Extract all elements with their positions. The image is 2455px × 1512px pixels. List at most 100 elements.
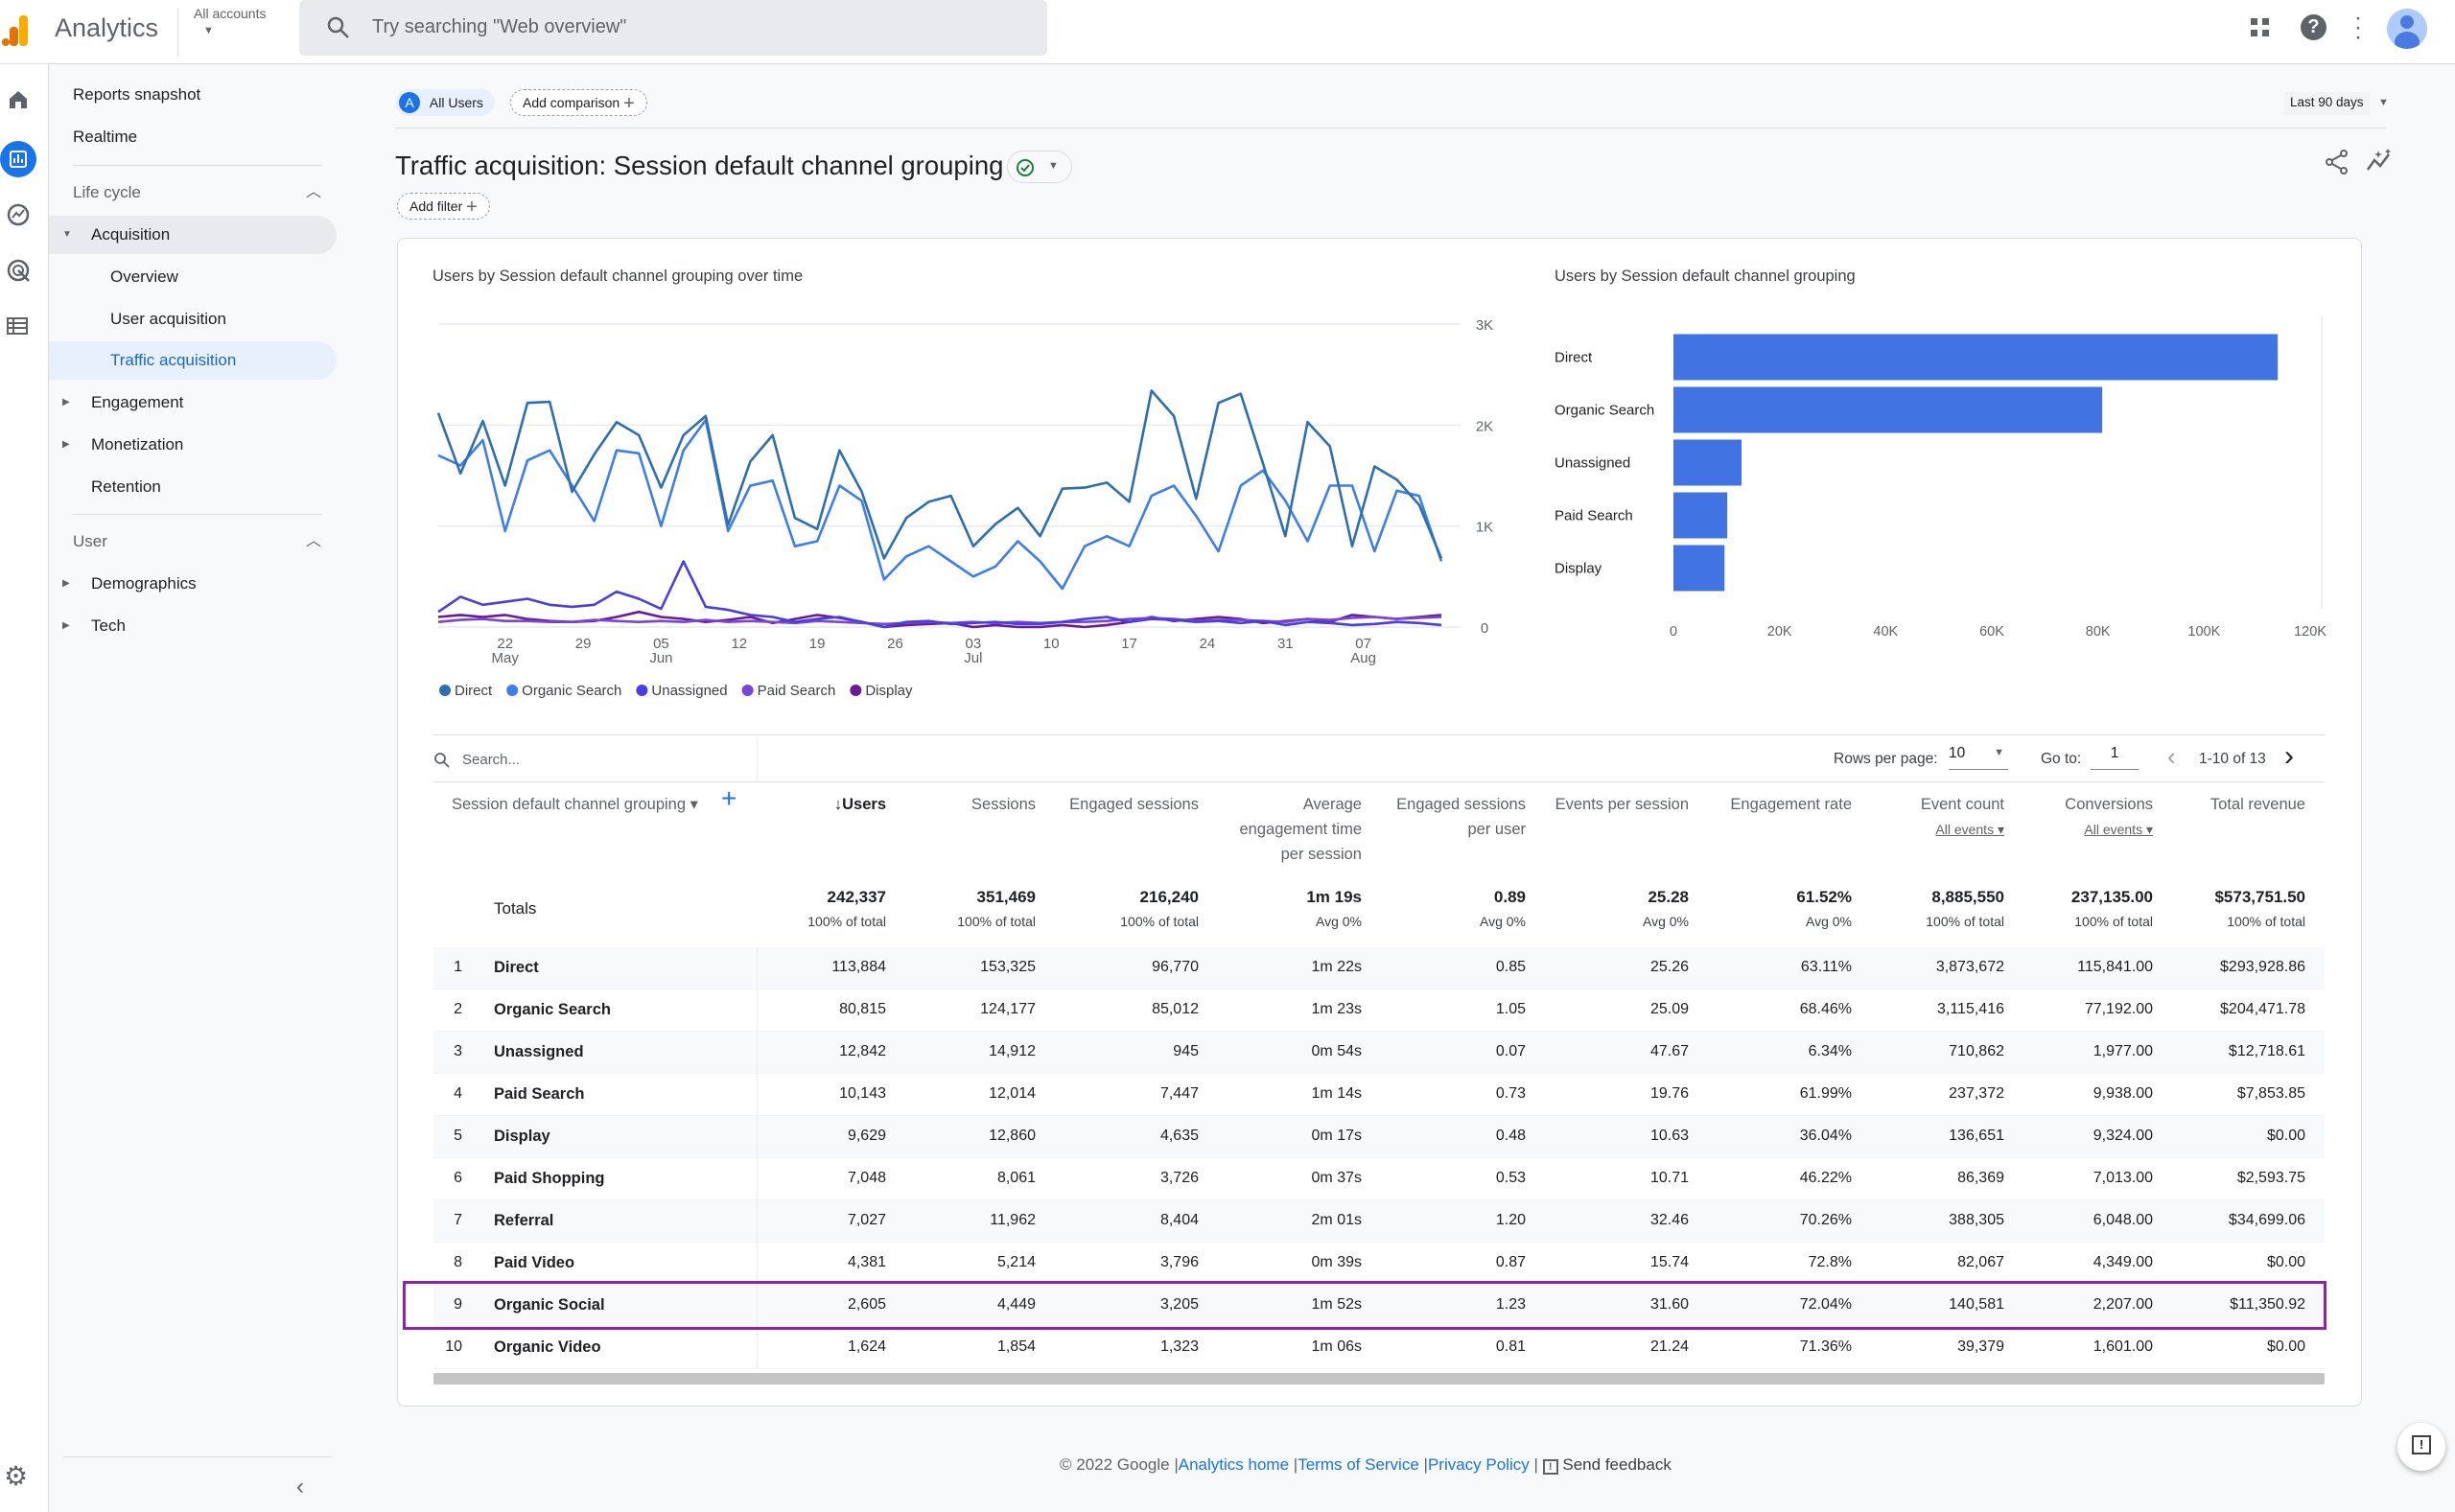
row-value: 710,862 bbox=[1949, 1043, 2004, 1059]
column-header[interactable]: Engagement rate bbox=[1710, 792, 1852, 817]
horizontal-scrollbar[interactable] bbox=[433, 1373, 2325, 1384]
x-tick-label: 17 bbox=[1121, 636, 1137, 652]
sidebar-item-overview[interactable]: Overview bbox=[49, 258, 337, 296]
account-selector[interactable]: All accounts ▼ bbox=[194, 6, 266, 36]
section-life-cycle[interactable]: Life cycle ︿ bbox=[49, 174, 337, 212]
goto-page-input[interactable]: 1 bbox=[2091, 745, 2139, 770]
previous-page-chevron-icon[interactable]: ‹ bbox=[2167, 742, 2176, 772]
table-search-input[interactable]: Search... bbox=[462, 752, 520, 768]
bar-category-label: Paid Search bbox=[1555, 508, 1633, 524]
row-value: $2,593.75 bbox=[2236, 1170, 2305, 1186]
sidebar-item-user-acquisition[interactable]: User acquisition bbox=[49, 300, 337, 338]
column-header[interactable]: Sessions bbox=[907, 792, 1036, 817]
sidebar-item-monetization[interactable]: ▶ Monetization bbox=[49, 426, 337, 464]
search-bar[interactable]: Try searching "Web overview" bbox=[299, 0, 1047, 56]
search-input[interactable]: Try searching "Web overview" bbox=[372, 16, 626, 38]
segment-badge: A bbox=[399, 92, 420, 114]
send-feedback-link[interactable]: ! Send feedback bbox=[1542, 1455, 1672, 1475]
feedback-button[interactable]: ! bbox=[2397, 1423, 2445, 1471]
series-line-direct bbox=[436, 389, 1443, 560]
row-channel-name[interactable]: Organic Video bbox=[494, 1338, 601, 1357]
add-comparison-button[interactable]: Add comparison + bbox=[510, 89, 647, 116]
line-chart: 01K2K3K22May29 05Jun12 19 26 03Jul10 17 24 31 07… bbox=[436, 317, 1493, 699]
sidebar-item-realtime[interactable]: Realtime bbox=[49, 118, 337, 156]
home-icon[interactable] bbox=[8, 89, 29, 110]
row-value: $0.00 bbox=[2266, 1254, 2305, 1270]
report-status-button[interactable]: ▼ bbox=[1007, 151, 1072, 183]
row-channel-name[interactable]: Referral bbox=[494, 1212, 553, 1230]
privacy-policy-link[interactable]: Privacy Policy bbox=[1428, 1455, 1530, 1474]
row-channel-name[interactable]: Organic Search bbox=[494, 1001, 611, 1019]
totals-sub: 100% of total bbox=[957, 914, 1036, 929]
sidebar-item-traffic-acquisition[interactable]: Traffic acquisition bbox=[49, 341, 337, 380]
line-chart-title: Users by Session default channel groupin… bbox=[433, 268, 804, 285]
terms-of-service-link[interactable]: Terms of Service bbox=[1298, 1455, 1419, 1474]
section-user[interactable]: User ︿ bbox=[49, 523, 337, 561]
column-header[interactable]: Total revenue bbox=[2174, 792, 2305, 817]
row-value: 115,841.00 bbox=[2077, 959, 2153, 975]
date-range-selector[interactable]: Last 90 days bbox=[2284, 92, 2370, 115]
column-header[interactable]: Engaged sessions bbox=[1057, 792, 1199, 817]
dimension-header[interactable]: Session default channel grouping ▾ bbox=[452, 792, 698, 817]
totals-sub: 100% of total bbox=[2074, 914, 2153, 929]
column-header[interactable]: Average engagement time per session bbox=[1220, 792, 1363, 867]
chevron-up-icon: ︿ bbox=[305, 533, 321, 549]
sidebar-item-acquisition[interactable]: ▼ Acquisition bbox=[49, 216, 337, 254]
totals-value: $573,751.50 bbox=[2214, 888, 2305, 906]
sidebar-item-engagement[interactable]: ▶ Engagement bbox=[49, 384, 337, 422]
caret-down-icon: ▼ bbox=[1994, 747, 2004, 758]
y-tick-label: 2K bbox=[1476, 418, 1493, 434]
row-channel-name[interactable]: Unassigned bbox=[494, 1043, 584, 1061]
y-tick-label: 0 bbox=[1481, 620, 1488, 637]
row-channel-name[interactable]: Paid Shopping bbox=[494, 1170, 605, 1188]
settings-gear-icon[interactable]: ⚙ bbox=[4, 1460, 28, 1492]
x-tick-sublabel: May bbox=[492, 650, 520, 666]
row-channel-name[interactable]: Paid Search bbox=[494, 1085, 584, 1104]
x-tick-label: 20K bbox=[1767, 624, 1792, 640]
column-header[interactable]: Conversions bbox=[2025, 792, 2153, 817]
sidebar-item-label: Tech bbox=[91, 616, 126, 635]
apps-grid-icon[interactable] bbox=[2250, 17, 2271, 38]
sidebar-item-demographics[interactable]: ▶ Demographics bbox=[49, 565, 337, 603]
row-channel-name[interactable]: Display bbox=[494, 1128, 550, 1146]
segment-chip-all-users[interactable]: A All Users bbox=[395, 89, 495, 116]
row-channel-name[interactable]: Paid Video bbox=[494, 1254, 574, 1272]
column-header[interactable]: Events per session bbox=[1547, 792, 1689, 817]
sidebar-item-retention[interactable]: Retention bbox=[49, 468, 337, 506]
column-header[interactable]: ↓Users bbox=[788, 792, 886, 817]
x-tick-label: 120K bbox=[2294, 624, 2326, 640]
row-value: 25.09 bbox=[1649, 1001, 1689, 1017]
help-icon[interactable]: ? bbox=[2301, 14, 2326, 40]
caret-down-icon[interactable]: ▼ bbox=[2378, 97, 2389, 108]
column-event-filter[interactable]: All events ▾ bbox=[1873, 817, 2004, 842]
insights-icon[interactable] bbox=[2365, 149, 2394, 175]
column-event-filter[interactable]: All events ▾ bbox=[2025, 817, 2153, 842]
rows-per-page-select[interactable]: 10 ▼ bbox=[1949, 745, 2008, 770]
next-page-chevron-icon[interactable]: › bbox=[2284, 740, 2294, 773]
avatar[interactable] bbox=[2387, 9, 2427, 49]
analytics-home-link[interactable]: Analytics home bbox=[1179, 1455, 1289, 1474]
row-value: 7,013.00 bbox=[2093, 1170, 2153, 1186]
column-header[interactable]: Engaged sessions per user bbox=[1383, 792, 1526, 842]
collapse-chevron-left-icon[interactable]: ‹ bbox=[296, 1474, 304, 1500]
add-dimension-plus-icon[interactable]: + bbox=[721, 785, 736, 812]
row-channel-name[interactable]: Direct bbox=[494, 959, 539, 977]
column-header[interactable]: Event count bbox=[1873, 792, 2004, 817]
sidebar-item-label: Realtime bbox=[73, 128, 138, 146]
more-vert-icon[interactable]: · · · bbox=[2353, 7, 2363, 49]
row-value: 136,651 bbox=[1949, 1128, 2004, 1144]
explore-icon[interactable] bbox=[6, 202, 31, 227]
row-value: 1,977.00 bbox=[2093, 1043, 2153, 1059]
row-value: 124,177 bbox=[980, 1001, 1036, 1017]
plus-icon: + bbox=[466, 197, 478, 218]
advertising-icon[interactable] bbox=[6, 258, 31, 283]
divider bbox=[433, 781, 2325, 782]
reports-icon[interactable] bbox=[0, 141, 36, 177]
legend-item: Unassigned bbox=[651, 683, 727, 699]
sidebar-item-reports-snapshot[interactable]: Reports snapshot bbox=[49, 76, 337, 114]
configure-icon[interactable] bbox=[6, 315, 29, 337]
share-icon[interactable] bbox=[2324, 149, 2350, 175]
row-value: 153,325 bbox=[980, 959, 1036, 975]
sidebar-item-tech[interactable]: ▶ Tech bbox=[49, 607, 337, 645]
add-filter-button[interactable]: Add filter + bbox=[397, 193, 490, 220]
